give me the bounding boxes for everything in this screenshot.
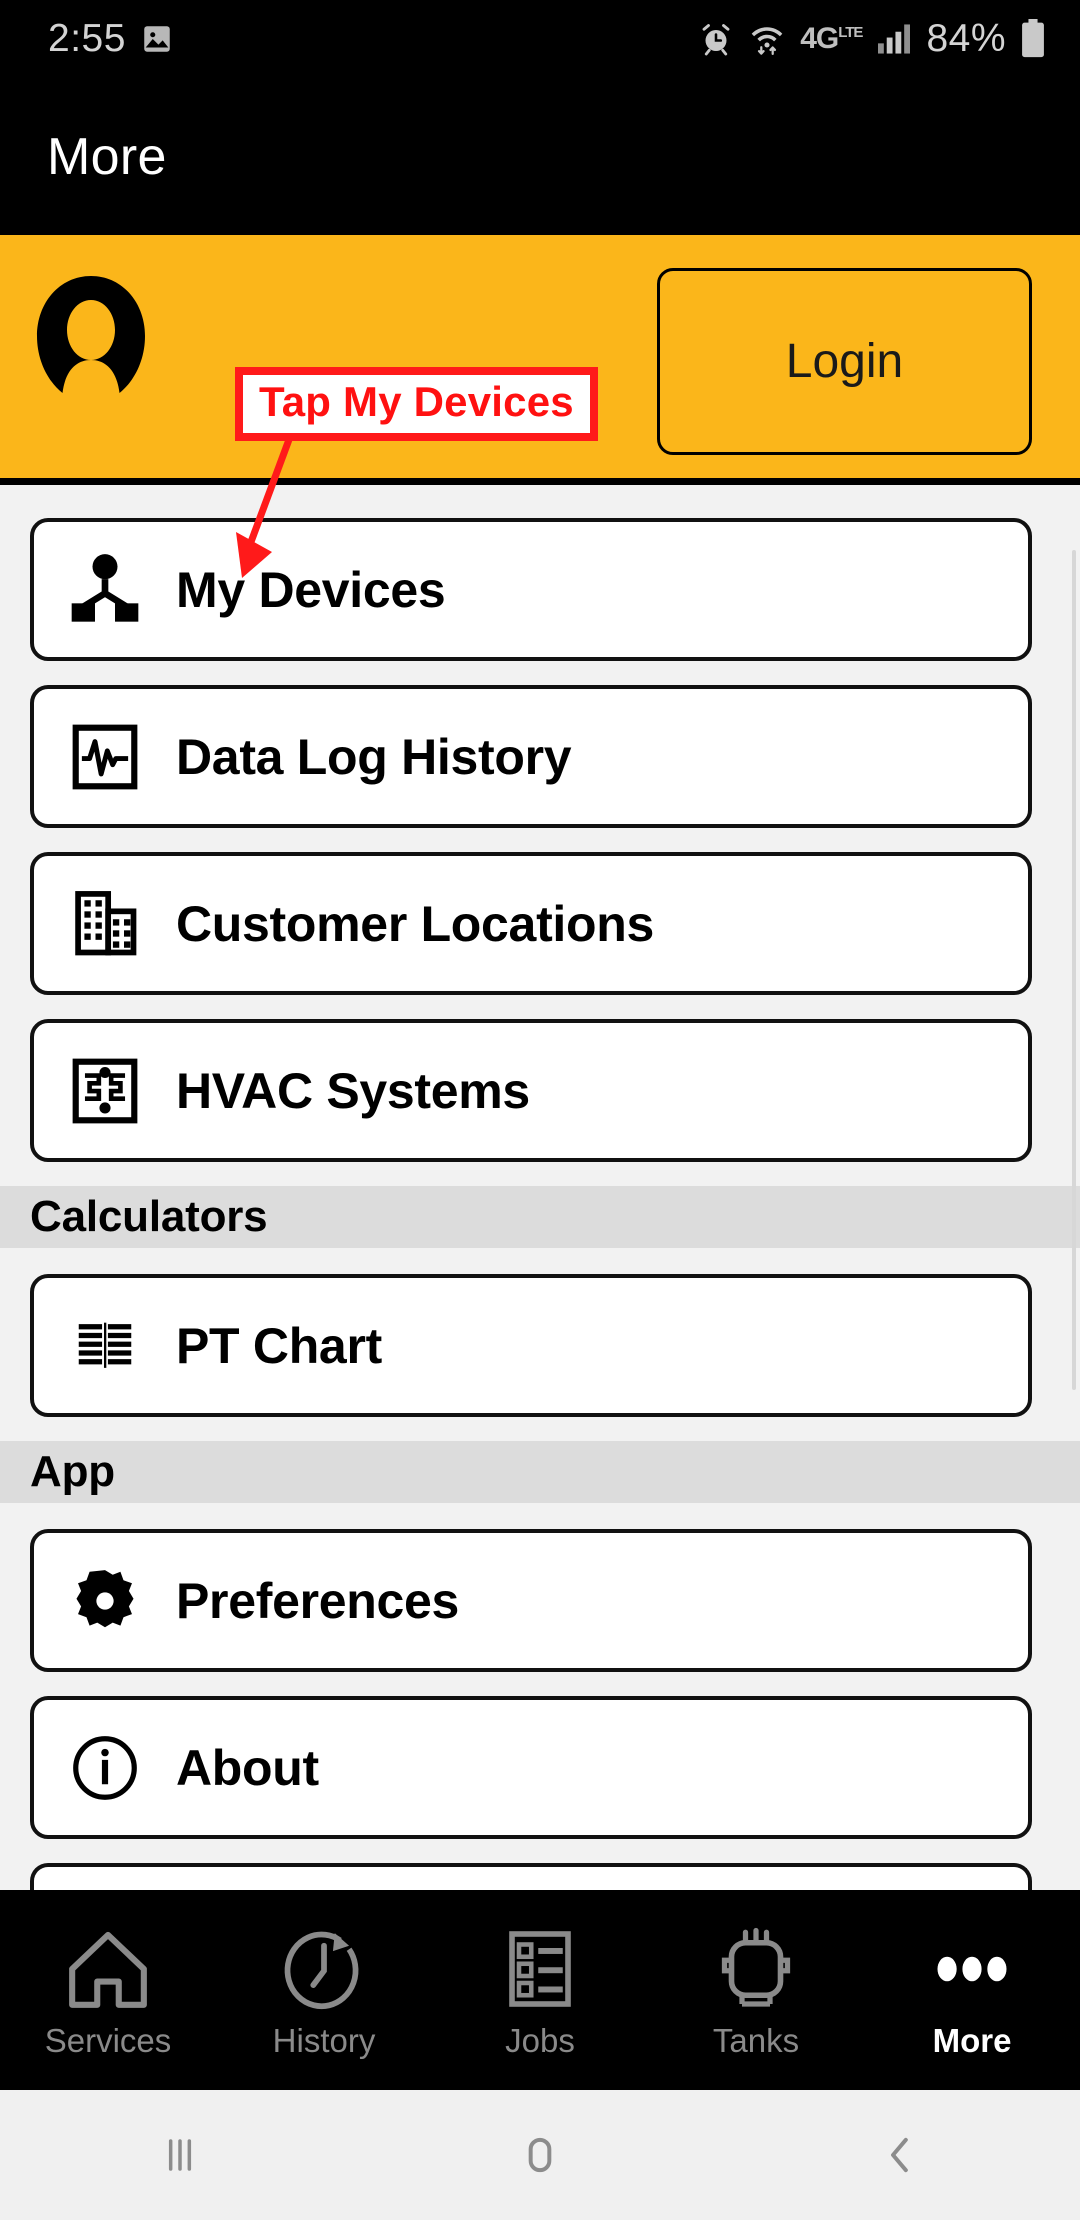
clock-back-icon [279,1920,369,2012]
status-bar: 2:55 4GLTE 84% [0,0,1080,78]
tab-tanks[interactable]: Tanks [648,1920,864,2060]
checklist-icon [498,1920,582,2012]
tab-label: History [272,2022,376,2059]
page-title: More [47,127,167,186]
two-column-list-icon [62,1303,148,1389]
menu-item-label: About [176,1739,319,1796]
network-4glte-icon: 4GLTE [800,22,863,55]
hvac-circuit-icon [62,1048,148,1134]
tab-services[interactable]: Services [0,1920,216,2060]
tab-label: More [932,2022,1012,2059]
list-top-gap [0,492,1080,518]
gear-icon [62,1558,148,1644]
image-icon [144,26,170,52]
battery-percent-label: 84% [926,17,1006,60]
section-header-calculators: Calculators [0,1186,1080,1248]
recents-icon[interactable] [0,2127,360,2183]
list-scrollbar[interactable] [1072,550,1076,1390]
tab-jobs[interactable]: Jobs [432,1920,648,2060]
waveform-monitor-icon [62,714,148,800]
battery-icon [1022,19,1044,58]
menu-item-label: HVAC Systems [176,1062,530,1119]
sitemap-icon [62,547,148,633]
home-icon [62,1920,154,2012]
phone-screen: 2:55 4GLTE 84% More Login My Devices Dat… [0,0,1080,2220]
login-button[interactable]: Login [657,268,1032,455]
menu-item-hvac-systems[interactable]: HVAC Systems [30,1019,1032,1162]
tank-icon [714,1920,798,2012]
info-circle-icon [62,1725,148,1811]
menu-item-label: Customer Locations [176,895,654,952]
annotation-text: Tap My Devices [259,378,574,425]
tab-label: Tanks [712,2022,800,2059]
account-bar: Login [0,235,1080,485]
menu-item-label: Preferences [176,1572,460,1629]
alarm-icon [702,24,730,56]
tab-label: Jobs [505,2022,575,2059]
section-header-app: App [0,1441,1080,1503]
ellipsis-icon [926,1920,1018,2012]
app-title-bar: More [0,78,1080,235]
signal-icon [878,24,911,54]
back-icon[interactable] [720,2127,1080,2183]
menu-item-about[interactable]: About [30,1696,1032,1839]
menu-list[interactable]: My Devices Data Log History Customer Loc… [0,492,1080,1890]
tab-more[interactable]: More [864,1920,1080,2060]
section-header-label: App [30,1447,115,1496]
section-header-label: Calculators [30,1192,268,1241]
system-navigation-bar [0,2090,1080,2220]
annotation-callout: Tap My Devices [235,367,598,441]
person-avatar-icon [37,276,145,393]
menu-item-preferences[interactable]: Preferences [30,1529,1032,1672]
menu-item-customer-locations[interactable]: Customer Locations [30,852,1032,995]
buildings-icon [62,881,148,967]
tab-label: Services [44,2022,172,2059]
bottom-tab-bar: Services History Jobs Tanks More [0,1890,1080,2090]
wifi-icon [751,27,783,55]
menu-item-label: Data Log History [176,728,572,785]
tab-history[interactable]: History [216,1920,432,2060]
status-clock: 2:55 [48,17,126,60]
menu-item-partial-next[interactable] [30,1863,1032,1890]
login-button-label: Login [785,335,904,388]
status-bar-left: 2:55 [48,17,174,61]
status-bar-right: 4GLTE 84% [698,17,1046,61]
menu-item-data-log-history[interactable]: Data Log History [30,685,1032,828]
home-icon[interactable] [360,2127,720,2183]
menu-item-label: PT Chart [176,1317,382,1374]
menu-item-pt-chart[interactable]: PT Chart [30,1274,1032,1417]
